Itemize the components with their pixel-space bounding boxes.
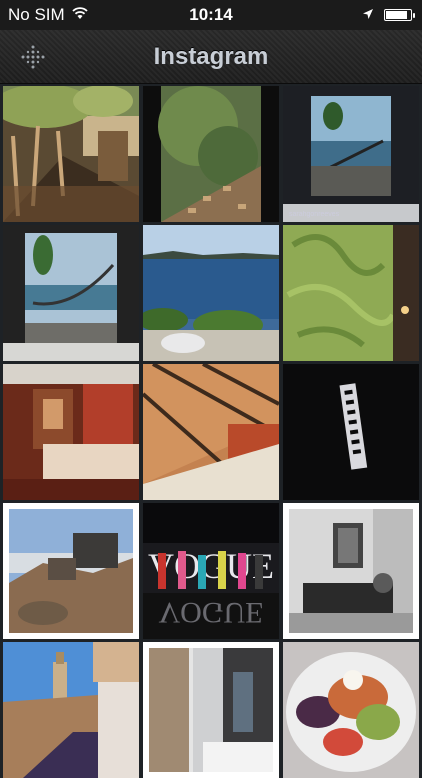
photo-bay-view [143,225,279,361]
photo-tile[interactable] [3,642,139,778]
photo-green-wall-courtyard [143,86,279,222]
location-arrow-icon [362,0,374,30]
photo-tile[interactable] [3,86,139,222]
photo-caption: sarahgonreeves [289,211,340,218]
photo-tile[interactable] [283,642,419,778]
photo-grid: sarahgonreeves VOGUE VOGUE [3,86,419,778]
photo-tile[interactable] [283,503,419,639]
status-bar: No SIM 10:14 [0,0,422,30]
photo-tile[interactable]: sarahgonreeves [283,86,419,222]
nav-bar: Instagram [0,30,422,84]
svg-text:VOGUE: VOGUE [159,596,264,629]
photo-tile[interactable] [3,364,139,500]
photo-church-stairs [3,642,139,778]
photo-tile[interactable] [3,225,139,361]
photo-tile[interactable] [143,225,279,361]
photo-tile[interactable] [283,225,419,361]
photo-tile[interactable] [3,503,139,639]
photo-vogue-stage: VOGUE VOGUE [143,503,279,639]
battery-icon [384,9,415,21]
photo-vertical-neon-sign [283,364,419,500]
photo-plated-dish [283,642,419,778]
photo-hammock-window [283,86,419,222]
photo-tile[interactable]: VOGUE VOGUE [143,503,279,639]
photo-brick-ceiling [143,364,279,500]
photo-moss-wall [283,225,419,361]
battery-level [386,11,407,19]
photo-red-bedroom [3,364,139,500]
photo-restaurant-trees [3,86,139,222]
nav-title: Instagram [153,43,269,70]
photo-tile[interactable] [143,86,279,222]
photo-tile[interactable] [143,642,279,778]
photo-hammock-terrace [3,225,139,361]
photo-tile[interactable] [283,364,419,500]
photo-modern-bathroom [143,642,279,778]
clock: 10:14 [189,5,233,24]
photo-tile[interactable] [143,364,279,500]
photo-bw-living-room [283,503,419,639]
photo-cabin-on-hill [3,503,139,639]
